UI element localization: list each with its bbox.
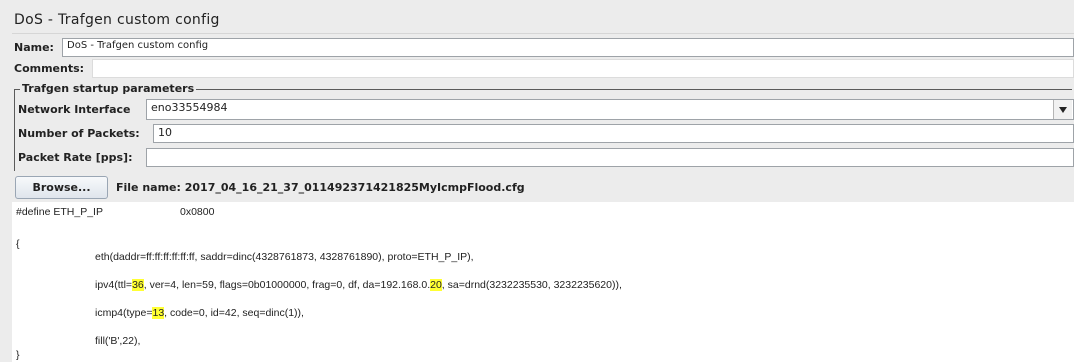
config-text-area[interactable]: #define ETH_P_IP 0x0800 { eth(daddr=ff:f… xyxy=(12,202,1074,362)
name-label: Name: xyxy=(14,41,54,54)
eth-line: eth(daddr=ff:ff:ff:ff:ff:ff, saddr=dinc(… xyxy=(95,251,474,263)
ipv4-middle: , ver=4, len=59, flags=0b01000000, frag=… xyxy=(143,279,431,291)
fill-line: fill('B',22), xyxy=(95,335,141,347)
packet-rate-label: Packet Rate [pps]: xyxy=(18,151,133,164)
num-packets-input[interactable]: 10 xyxy=(153,124,1074,143)
title-divider xyxy=(12,33,1074,34)
network-interface-label: Network Interface xyxy=(18,103,131,116)
network-interface-select[interactable]: eno33554984 xyxy=(146,99,1074,120)
define-name: #define ETH_P_IP xyxy=(16,206,103,218)
name-input[interactable]: DoS - Trafgen custom config xyxy=(62,38,1074,57)
ipv4-line: ipv4(ttl=36, ver=4, len=59, flags=0b0100… xyxy=(95,279,622,291)
packet-rate-input[interactable] xyxy=(146,148,1074,167)
icmp-suffix: , code=0, id=42, seq=dinc(1)), xyxy=(164,307,304,319)
num-packets-label: Number of Packets: xyxy=(18,127,140,140)
startup-group-title: Trafgen startup parameters xyxy=(20,82,197,95)
icmp-type-highlight: 13 xyxy=(152,307,165,319)
ipv4-prefix: ipv4(ttl= xyxy=(95,279,133,291)
network-interface-value: eno33554984 xyxy=(151,101,228,114)
browse-button[interactable]: Browse... xyxy=(15,176,108,199)
close-brace: } xyxy=(16,349,20,361)
ipv4-suffix: , sa=drnd(3232235530, 3232235620)), xyxy=(441,279,622,291)
comments-input[interactable] xyxy=(92,59,1074,78)
define-value: 0x0800 xyxy=(180,206,215,218)
file-name-label: File name: 2017_04_16_21_37_011492371421… xyxy=(116,181,525,194)
icmp-line: icmp4(type=13, code=0, id=42, seq=dinc(1… xyxy=(95,307,304,319)
chevron-down-icon xyxy=(1059,106,1067,113)
combo-dropdown-button[interactable] xyxy=(1053,100,1072,119)
da-highlight: 20 xyxy=(430,279,442,291)
startup-group-border-left xyxy=(14,89,15,171)
open-brace: { xyxy=(16,238,20,250)
icmp-prefix: icmp4(type= xyxy=(95,307,153,319)
page-title: DoS - Trafgen custom config xyxy=(14,12,220,28)
ttl-highlight: 36 xyxy=(132,279,144,291)
comments-label: Comments: xyxy=(14,62,85,75)
